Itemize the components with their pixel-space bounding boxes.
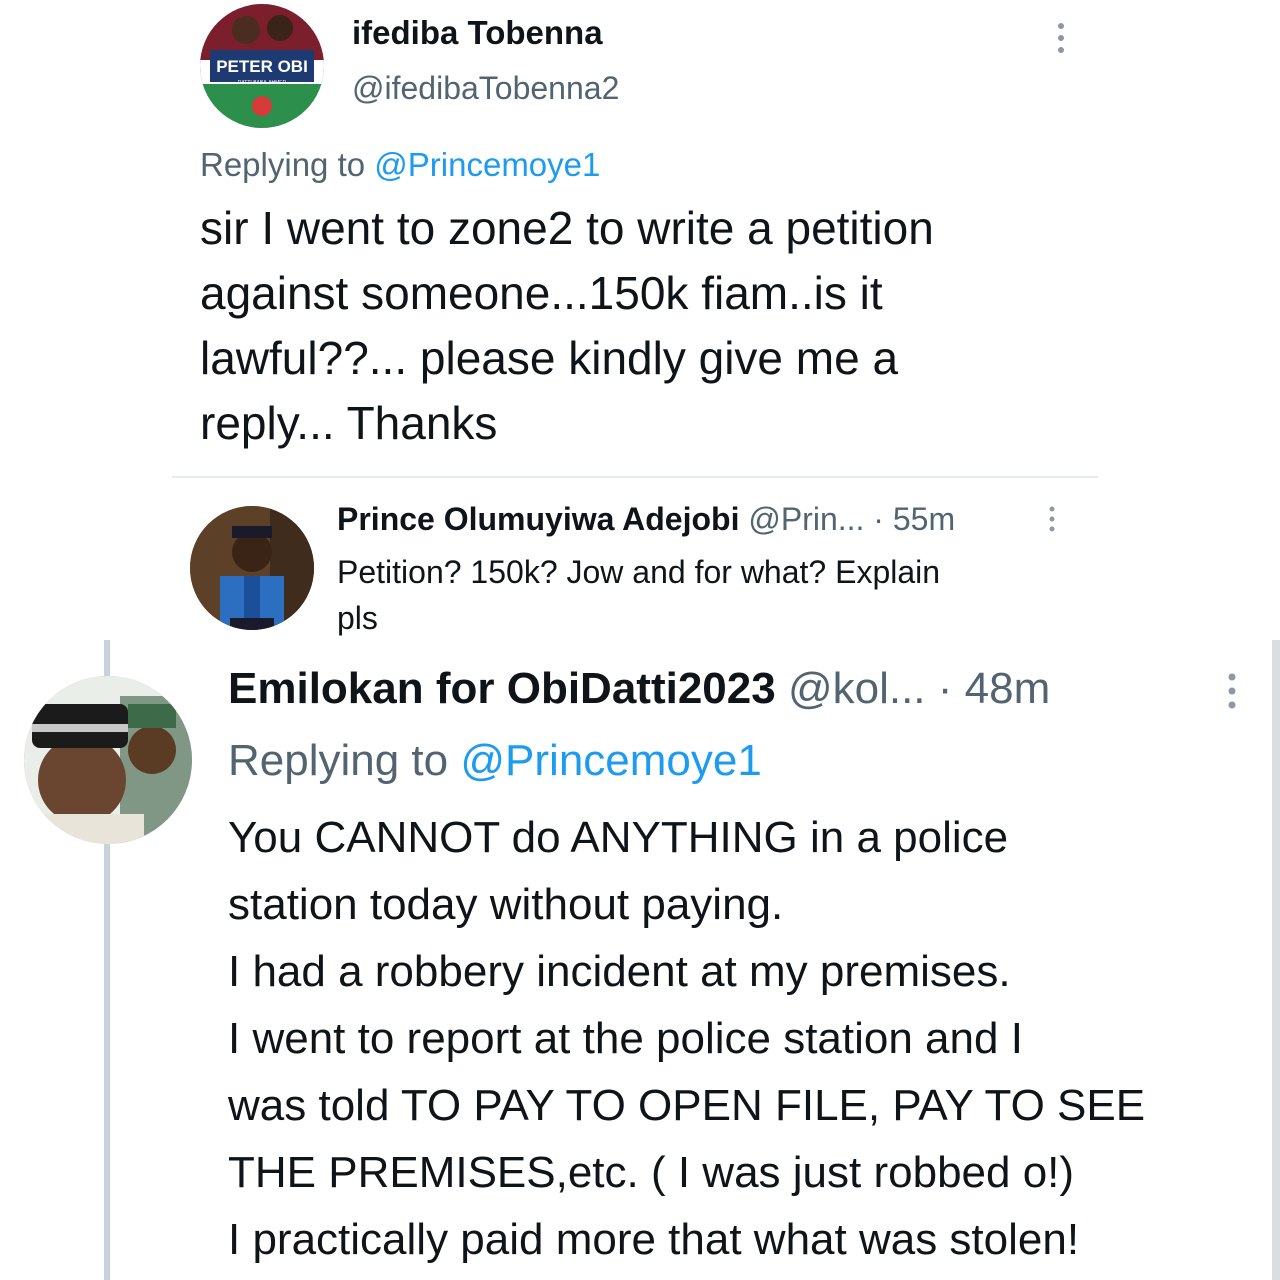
tweet-line: sir I went to zone2 to write a petition	[200, 202, 934, 254]
display-name[interactable]: ifediba Tobenna	[352, 14, 603, 52]
avatar-subtext: DATTI BABA-AHMED	[238, 80, 287, 86]
vertical-ellipsis-icon	[1058, 23, 1064, 53]
display-name[interactable]: Emilokan for ObiDatti2023	[228, 664, 776, 713]
display-name[interactable]: Prince Olumuyiwa Adejobi	[337, 501, 739, 537]
replying-to: Replying to @Princemoye1	[228, 736, 762, 786]
replying-to-label: Replying to	[228, 736, 449, 785]
tweet-line: reply... Thanks	[200, 397, 498, 449]
reply-handle-link[interactable]: @Princemoye1	[460, 736, 761, 785]
user-handle[interactable]: @Prin...	[748, 501, 864, 537]
tweet-header: Emilokan for ObiDatti2023 @kol... · 48m	[228, 664, 1050, 714]
replying-to-label: Replying to	[200, 146, 366, 183]
tweet-line: You CANNOT do ANYTHING in a police	[228, 813, 1009, 862]
more-options-button[interactable]	[1222, 670, 1242, 712]
tweet-line: lawful??... please kindly give me a	[200, 332, 899, 384]
tweet-text: sir I went to zone2 to write a petition …	[200, 196, 1100, 456]
vertical-ellipsis-icon	[1049, 506, 1055, 532]
tweet-text: Petition? 150k? Jow and for what? Explai…	[337, 549, 1057, 641]
tweet-line: I practically paid more that what was st…	[228, 1215, 1080, 1264]
tweet-line: pls	[337, 600, 378, 636]
tweet-line: I went to report at the police station a…	[228, 1014, 1023, 1063]
timestamp[interactable]: · 48m	[938, 664, 1050, 713]
tweet-line: against someone...150k fiam..is it	[200, 267, 883, 319]
replying-to: Replying to @Princemoye1	[200, 146, 600, 184]
divider	[172, 476, 1098, 478]
image-edge	[1272, 640, 1280, 1280]
timestamp[interactable]: · 55m	[873, 501, 955, 537]
tweet-line: THE PREMISES,etc. ( I was just robbed o!…	[228, 1148, 1075, 1197]
tweet-line: Petition? 150k? Jow and for what? Explai…	[337, 554, 941, 590]
tweet-line: was told TO PAY TO OPEN FILE, PAY TO SEE	[228, 1081, 1146, 1130]
avatar-image	[24, 676, 192, 844]
avatar[interactable]	[190, 506, 314, 630]
avatar-image: PETER OBI DATTI BABA-AHMED	[200, 4, 324, 128]
avatar[interactable]	[24, 676, 192, 844]
avatar-text: PETER OBI	[216, 57, 308, 76]
more-options-button[interactable]	[1050, 20, 1072, 56]
reply-handle-link[interactable]: @Princemoye1	[374, 146, 600, 183]
vertical-ellipsis-icon	[1228, 673, 1236, 709]
more-options-button[interactable]	[1045, 504, 1059, 534]
user-handle[interactable]: @ifedibaTobenna2	[352, 70, 619, 107]
tweet-text: You CANNOT do ANYTHING in a police stati…	[228, 804, 1268, 1273]
user-handle[interactable]: @kol...	[788, 664, 926, 713]
tweet-line: I had a robbery incident at my premises.	[228, 947, 1011, 996]
avatar[interactable]: PETER OBI DATTI BABA-AHMED	[200, 4, 324, 128]
tweet-line: station today without paying.	[228, 880, 784, 929]
tweet-header: Prince Olumuyiwa Adejobi @Prin... · 55m	[337, 501, 955, 538]
avatar-image	[190, 506, 314, 630]
